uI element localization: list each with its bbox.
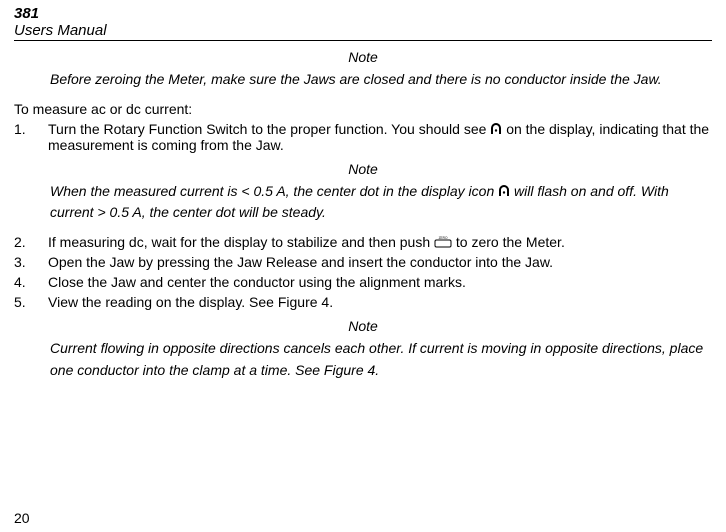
step-2-text-b: to zero the Meter. [452,234,565,250]
header-rule [14,40,712,41]
step-4: 4. Close the Jaw and center the conducto… [14,274,712,290]
jaw-icon [498,185,510,197]
header-manual: Users Manual [14,23,712,40]
step-1: 1. Turn the Rotary Function Switch to th… [14,121,712,153]
note-body-flash: When the measured current is < 0.5 A, th… [50,181,704,224]
note-label-2: Note [14,161,712,177]
note-label-1: Note [14,49,712,65]
step-4-text: Close the Jaw and center the conductor u… [48,274,712,290]
step-2-number: 2. [14,234,48,250]
jaw-icon [490,123,502,135]
zero-button-icon: ZERO [434,236,452,248]
manual-page: 381 Users Manual Note Before zeroing the… [0,0,726,532]
step-1-number: 1. [14,121,48,153]
step-1-text: Turn the Rotary Function Switch to the p… [48,121,712,153]
svg-text:ZERO: ZERO [439,236,448,240]
header-model: 381 [14,6,712,23]
note-flash-a: When the measured current is < 0.5 A, th… [50,183,498,199]
step-4-number: 4. [14,274,48,290]
step-2: 2. If measuring dc, wait for the display… [14,234,712,250]
page-number: 20 [14,510,30,526]
step-3-text: Open the Jaw by pressing the Jaw Release… [48,254,712,270]
step-1-text-a: Turn the Rotary Function Switch to the p… [48,121,490,137]
note-body-cancel: Current flowing in opposite directions c… [50,338,704,381]
note-label-3: Note [14,318,712,334]
step-2-text: If measuring dc, wait for the display to… [48,234,712,250]
step-5: 5. View the reading on the display. See … [14,294,712,310]
step-5-number: 5. [14,294,48,310]
step-2-text-a: If measuring dc, wait for the display to… [48,234,434,250]
note-body-before-zero: Before zeroing the Meter, make sure the … [50,69,704,91]
intro-line: To measure ac or dc current: [14,101,712,117]
step-3-number: 3. [14,254,48,270]
step-5-text: View the reading on the display. See Fig… [48,294,712,310]
step-3: 3. Open the Jaw by pressing the Jaw Rele… [14,254,712,270]
